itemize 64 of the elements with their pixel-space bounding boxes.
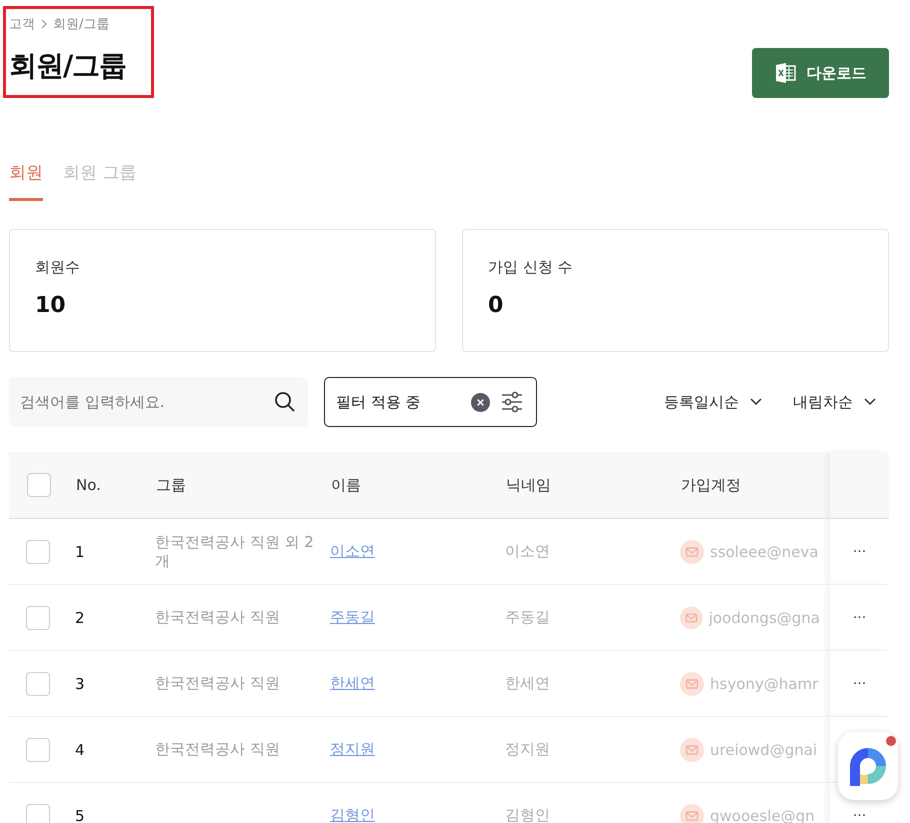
table-cell: 정지원 [505,740,550,758]
table-cell: 한세연 [505,674,550,692]
member-link[interactable]: 주동길 [330,608,375,626]
stat-label: 회원수 [35,258,81,277]
more-button[interactable]: ··· [846,543,872,561]
table-cell: ureiowd@gnai [710,740,818,758]
table-cell: 2 [75,608,85,626]
column-header: 가입계정 [681,476,741,494]
table-cell-text: 한국전력공사 직원 [155,608,281,627]
download-button[interactable]: 다운로드 [752,48,889,98]
mail-icon [680,738,704,762]
checkbox[interactable] [26,672,50,696]
more-button[interactable]: ··· [846,609,872,627]
chat-launcher-button[interactable] [838,732,898,800]
more-button[interactable]: ··· [846,807,872,823]
table-cell: hsyony@hamr [710,674,818,692]
spreadsheet-icon [774,62,796,84]
table-cell: 이소연 [505,542,550,560]
table-cell: 3 [75,674,85,692]
column-header: 이름 [331,476,361,494]
mail-icon [680,672,704,696]
notification-dot [886,736,896,746]
sort-dropdown[interactable]: 등록일시순 [664,392,763,412]
column-header: No. [76,476,101,494]
chevron-right-icon [39,19,49,29]
table-cell: 김형인 [505,806,550,823]
sort-dropdown[interactable]: 내림차순 [793,392,877,412]
member-link[interactable]: 김형인 [330,806,375,823]
table-cell: 주동길 [505,608,550,626]
column-header: 닉네임 [506,476,551,494]
table-cell-text: 한국전력공사 직원 [155,740,281,759]
member-link[interactable]: 한세연 [330,674,375,692]
checkbox[interactable] [27,473,51,497]
breadcrumb-item[interactable]: 고객 [9,15,35,33]
mail-icon [680,540,704,564]
more-button[interactable]: ··· [846,675,872,693]
search-field[interactable]: 검색어를 입력하세요. [9,377,308,427]
stat-label: 가입 신청 수 [488,258,574,277]
search-icon[interactable] [274,391,296,413]
member-link[interactable]: 정지원 [330,740,375,758]
filter-field[interactable]: 필터 적용 중 [324,377,537,427]
mail-icon [680,606,703,630]
tab[interactable]: 회원 그룹 [63,160,136,201]
table-cell: joodongs@gna [708,608,820,626]
page-title: 회원/그룹 [9,48,128,84]
table-cell: 5 [75,806,85,823]
sliders-icon[interactable] [500,390,524,414]
breadcrumb-item[interactable]: 회원/그룹 [53,15,110,33]
mail-icon [680,804,704,823]
table-cell: 한국전력공사 직원 외 2개 [155,532,315,570]
column-header: 그룹 [156,476,186,494]
table-cell: 1 [75,542,85,560]
checkbox[interactable] [26,738,50,762]
member-link[interactable]: 이소연 [330,542,375,560]
stat-value: 0 [488,293,504,318]
stat-value: 10 [35,293,67,318]
clear-icon[interactable] [471,392,490,412]
checkbox[interactable] [26,540,50,564]
table-cell: ssoleee@neva [710,542,818,560]
checkbox[interactable] [26,804,50,823]
tab[interactable]: 회원 [9,160,43,201]
table-cell-text: 한국전력공사 직원 [155,674,281,693]
checkbox[interactable] [26,606,50,630]
table-cell: 4 [75,740,85,758]
